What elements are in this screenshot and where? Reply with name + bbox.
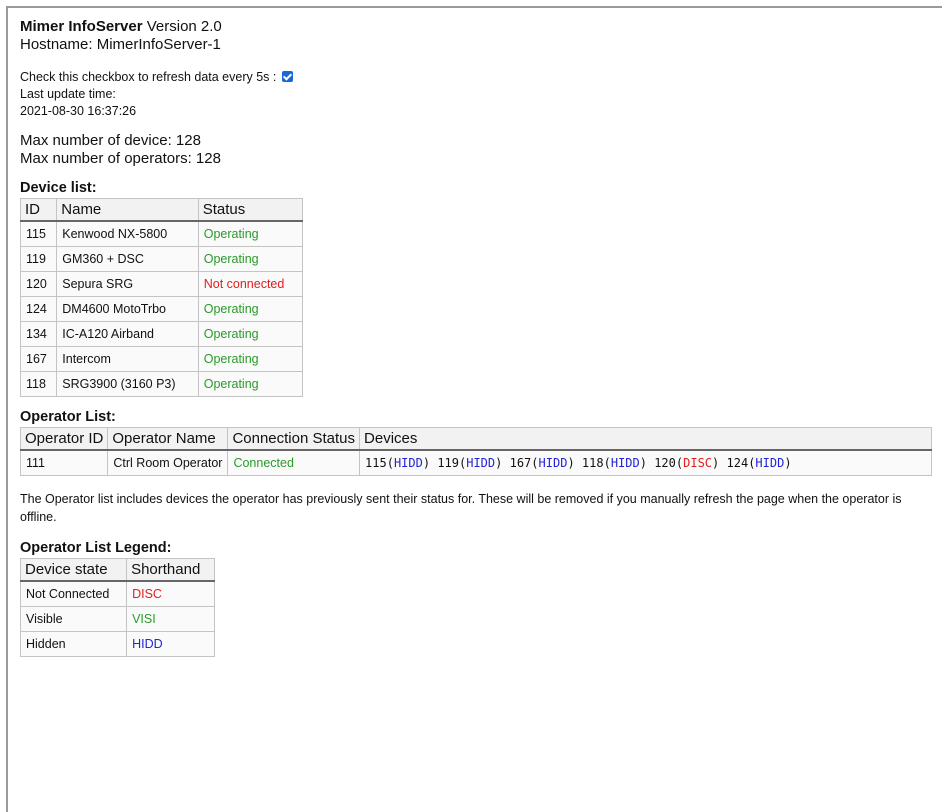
device-list-title: Device list: bbox=[20, 180, 97, 196]
operator-list-note: The Operator list includes devices the o… bbox=[20, 492, 902, 524]
device-status-cell: Operating bbox=[197, 346, 304, 372]
device-id-cell: 167 bbox=[19, 346, 58, 372]
column-header: Shorthand bbox=[126, 558, 215, 582]
device-name-cell: SRG3900 (3160 P3) bbox=[56, 371, 199, 397]
device-entry-id: 124 bbox=[726, 456, 749, 470]
device-entry-state: DISC bbox=[683, 456, 713, 470]
device-name-cell: Kenwood NX-5800 bbox=[56, 220, 199, 247]
device-entry: 167(HIDD) bbox=[509, 456, 575, 470]
device-entry-id: 119 bbox=[437, 456, 459, 470]
device-status-cell: Operating bbox=[197, 371, 304, 397]
column-header: Device state bbox=[19, 558, 128, 582]
device-entry: 119(HIDD) bbox=[437, 456, 503, 470]
table-row: 115 Kenwood NX-5800 Operating bbox=[19, 220, 304, 247]
device-name-cell: DM4600 MotoTrbo bbox=[56, 296, 199, 322]
device-id-cell: 124 bbox=[19, 296, 58, 322]
legend-short-cell: HIDD bbox=[126, 631, 215, 657]
device-entry-id: 118 bbox=[581, 456, 604, 470]
device-status-cell: Not connected bbox=[197, 271, 304, 297]
device-entry: 124(HIDD) bbox=[726, 456, 792, 470]
device-entry: 118(HIDD) bbox=[581, 456, 647, 470]
column-header: Operator ID bbox=[19, 427, 109, 451]
table-row: Visible VISI bbox=[19, 606, 215, 632]
legend-short-cell: VISI bbox=[126, 606, 215, 632]
table-row: 119 GM360 + DSC Operating bbox=[19, 246, 304, 272]
operator-name-cell: Ctrl Room Operator bbox=[107, 449, 229, 476]
table-row: 118 SRG3900 (3160 P3) Operating bbox=[19, 371, 304, 397]
device-id-cell: 120 bbox=[19, 271, 58, 297]
legend-state-cell: Not Connected bbox=[19, 580, 128, 607]
device-id-cell: 118 bbox=[19, 371, 58, 397]
operator-status-cell: Connected bbox=[227, 449, 361, 476]
table-row: 111 Ctrl Room Operator Connected 115(HIDD) … bbox=[19, 449, 932, 476]
device-entry-state: HIDD bbox=[393, 456, 423, 470]
column-header: Connection Status bbox=[227, 427, 361, 451]
column-header: Status bbox=[197, 198, 304, 222]
refresh-row: Check this checkbox to refresh data ever… bbox=[20, 69, 930, 86]
device-name-cell: GM360 + DSC bbox=[56, 246, 199, 272]
device-entry: 115(HIDD) bbox=[365, 456, 431, 470]
hostname-label: Hostname: MimerInfoServer-1 bbox=[20, 36, 221, 53]
table-row: 124 DM4600 MotoTrbo Operating bbox=[19, 296, 304, 322]
device-id-cell: 119 bbox=[19, 246, 58, 272]
column-header: Operator Name bbox=[107, 427, 229, 451]
limits-block: Max number of device: 128 Max number of … bbox=[20, 132, 930, 168]
version-label: Version 2.0 bbox=[146, 18, 222, 35]
device-status-cell: Operating bbox=[197, 321, 304, 347]
device-table: ID Name Status 115 Kenwood NX-5800 Operati… bbox=[19, 198, 304, 397]
device-entry-state: HIDD bbox=[610, 456, 640, 470]
legend-table: Device state Shorthand Not Connected DISC… bbox=[19, 558, 215, 657]
device-name-cell: Intercom bbox=[56, 346, 199, 372]
legend-title: Operator List Legend: bbox=[20, 540, 172, 556]
page-title: Mimer InfoServer Version 2.0 bbox=[20, 18, 930, 36]
operator-id-cell: 111 bbox=[19, 449, 109, 476]
device-name-cell: Sepura SRG bbox=[56, 271, 199, 297]
device-status-cell: Operating bbox=[197, 296, 304, 322]
device-entry-state: HIDD bbox=[466, 456, 496, 470]
device-entry: 120(DISC) bbox=[654, 456, 720, 470]
device-name-cell: IC-A120 Airband bbox=[56, 321, 199, 347]
refresh-label: Check this checkbox to refresh data ever… bbox=[20, 70, 277, 84]
max-operators-label: Max number of operators: 128 bbox=[20, 150, 221, 167]
table-row: 134 IC-A120 Airband Operating bbox=[19, 321, 304, 347]
table-row: 167 Intercom Operating bbox=[19, 346, 304, 372]
device-table-header: ID Name Status bbox=[19, 198, 304, 222]
operator-list-title: Operator List: bbox=[20, 409, 116, 425]
max-devices-label: Max number of device: 128 bbox=[20, 132, 201, 149]
column-header: ID bbox=[19, 198, 58, 222]
last-update-value: 2021-08-30 16:37:26 bbox=[20, 104, 137, 118]
legend-state-cell: Visible bbox=[19, 606, 128, 632]
device-entry-id: 115 bbox=[365, 456, 387, 470]
device-status-cell: Operating bbox=[197, 220, 304, 247]
table-row: Not Connected DISC bbox=[19, 580, 215, 607]
legend-short-cell: DISC bbox=[126, 580, 215, 607]
legend-table-header: Device state Shorthand bbox=[19, 558, 215, 582]
operator-table-header: Operator ID Operator Name Connection Sta… bbox=[19, 427, 932, 451]
product-name: Mimer InfoServer bbox=[20, 18, 143, 35]
device-entry-id: 167 bbox=[509, 456, 532, 470]
device-entry-state: HIDD bbox=[538, 456, 568, 470]
operator-devices-cell: 115(HIDD) 119(HIDD) 167(HIDD) 118(HIDD) … bbox=[359, 449, 932, 476]
device-id-cell: 115 bbox=[19, 220, 58, 247]
device-entry-state: HIDD bbox=[755, 456, 785, 470]
page-content: Mimer InfoServer Version 2.0 Hostname: M… bbox=[19, 18, 932, 657]
refresh-checkbox[interactable] bbox=[282, 71, 294, 82]
last-update-label: Last update time: bbox=[20, 87, 116, 101]
column-header: Name bbox=[56, 198, 199, 222]
device-id-cell: 134 bbox=[19, 321, 58, 347]
device-status-cell: Operating bbox=[197, 246, 304, 272]
device-entry-id: 120 bbox=[654, 456, 676, 470]
column-header: Devices bbox=[359, 427, 932, 451]
legend-state-cell: Hidden bbox=[19, 631, 128, 657]
operator-table: Operator ID Operator Name Connection Sta… bbox=[19, 427, 932, 476]
table-row: 120 Sepura SRG Not connected bbox=[19, 271, 304, 297]
table-row: Hidden HIDD bbox=[19, 631, 215, 657]
